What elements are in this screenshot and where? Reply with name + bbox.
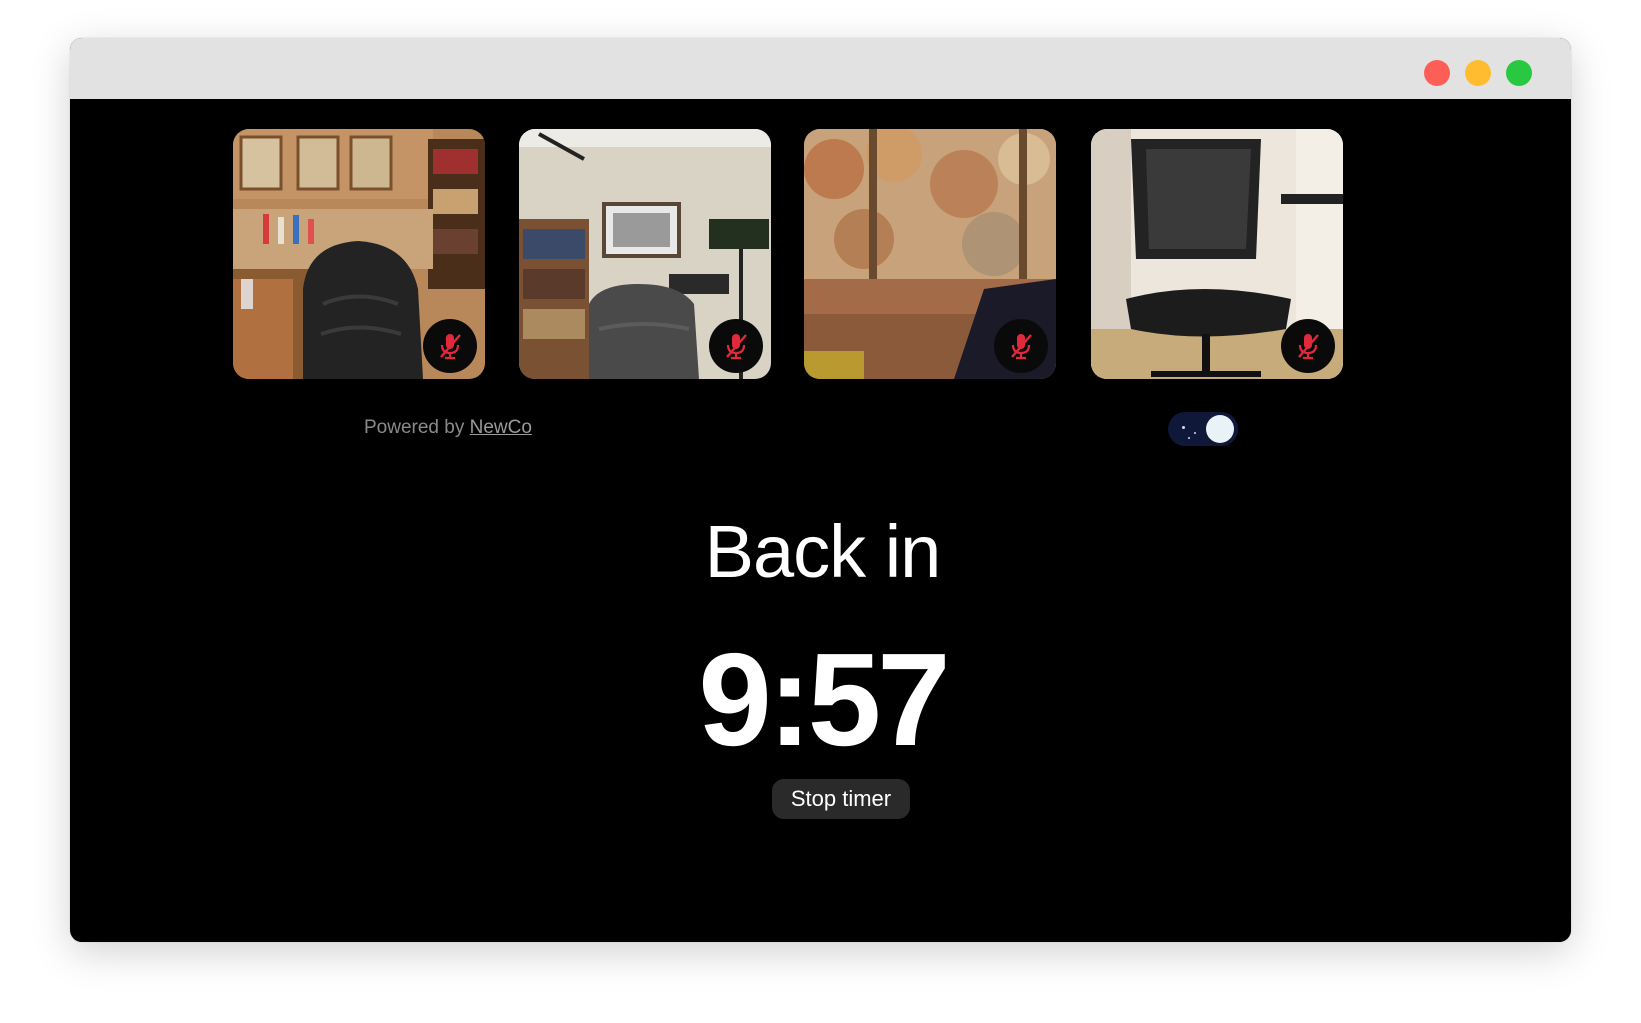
- star-icon: [1194, 432, 1196, 434]
- mic-off-icon[interactable]: [1281, 319, 1335, 373]
- timer-heading: Back in: [704, 510, 942, 593]
- mic-off-icon[interactable]: [709, 319, 763, 373]
- moon-icon: [1206, 415, 1234, 443]
- powered-by-label: Powered by: [364, 417, 465, 438]
- theme-toggle[interactable]: [1168, 412, 1238, 446]
- app-window: Powered by NewCo Back in 9:57 Stop timer: [70, 38, 1571, 942]
- video-tile-2[interactable]: [519, 129, 771, 379]
- meeting-stage: Powered by NewCo Back in 9:57 Stop timer: [74, 99, 1571, 942]
- powered-by: Powered by NewCo: [364, 417, 532, 439]
- star-icon: [1182, 426, 1185, 429]
- stop-timer-button[interactable]: Stop timer: [772, 779, 910, 819]
- countdown-timer: 9:57: [698, 626, 950, 773]
- video-tile-4[interactable]: [1091, 129, 1343, 379]
- star-icon: [1188, 437, 1190, 439]
- newco-link[interactable]: NewCo: [470, 417, 532, 438]
- minimize-window-button[interactable]: [1465, 60, 1491, 86]
- mic-off-icon[interactable]: [994, 319, 1048, 373]
- maximize-window-button[interactable]: [1506, 60, 1532, 86]
- close-window-button[interactable]: [1424, 60, 1450, 86]
- video-tile-3[interactable]: [804, 129, 1056, 379]
- title-bar: [70, 38, 1571, 99]
- video-tile-1[interactable]: [233, 129, 485, 379]
- mic-off-icon[interactable]: [423, 319, 477, 373]
